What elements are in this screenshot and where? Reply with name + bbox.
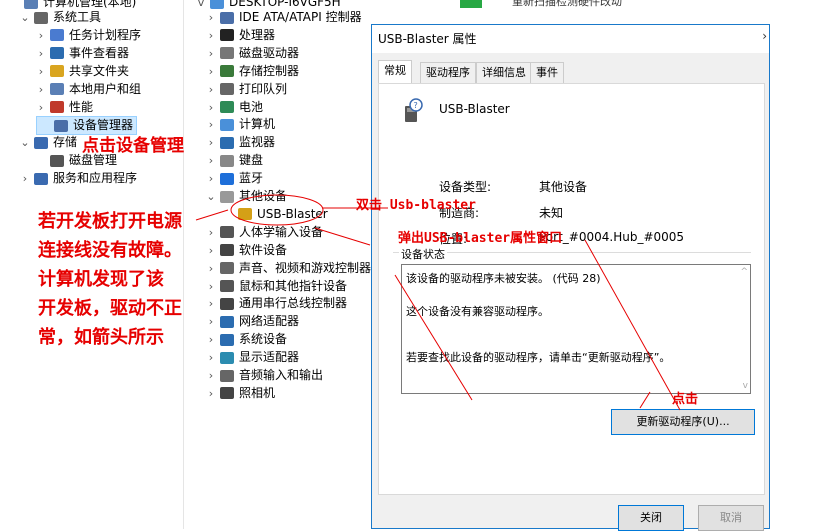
arrow-line-5 — [394, 274, 473, 401]
highlight-ellipse — [230, 194, 324, 226]
annotation-note-line-2: 连接线没有故障。 — [38, 240, 182, 261]
annotation-click-devmgr: 点击设备管理 — [82, 136, 184, 156]
annotation-note-line-3: 计算机发现了该 — [38, 269, 164, 290]
annotation-note-line-5: 常，如箭头所示 — [38, 327, 164, 348]
annotation-note: 若开发板打开电源 连接线没有故障。 计算机发现了该 开发板，驱动不正 常，如箭头… — [38, 207, 182, 352]
arrow-line-2 — [195, 209, 229, 221]
annotation-click: 点击 — [672, 392, 699, 407]
arrow-line-3 — [314, 227, 371, 246]
arrow-line-6 — [639, 391, 651, 409]
annotation-note-line-1: 若开发板打开电源 — [38, 211, 182, 232]
arrow-line-4 — [584, 239, 681, 411]
annotation-note-line-4: 开发板，驱动不正 — [38, 298, 182, 319]
annotation-popup: 弹出USB-blaster属性窗口 — [398, 231, 563, 246]
annotation-double-click: 双击 Usb-blaster — [356, 198, 476, 213]
